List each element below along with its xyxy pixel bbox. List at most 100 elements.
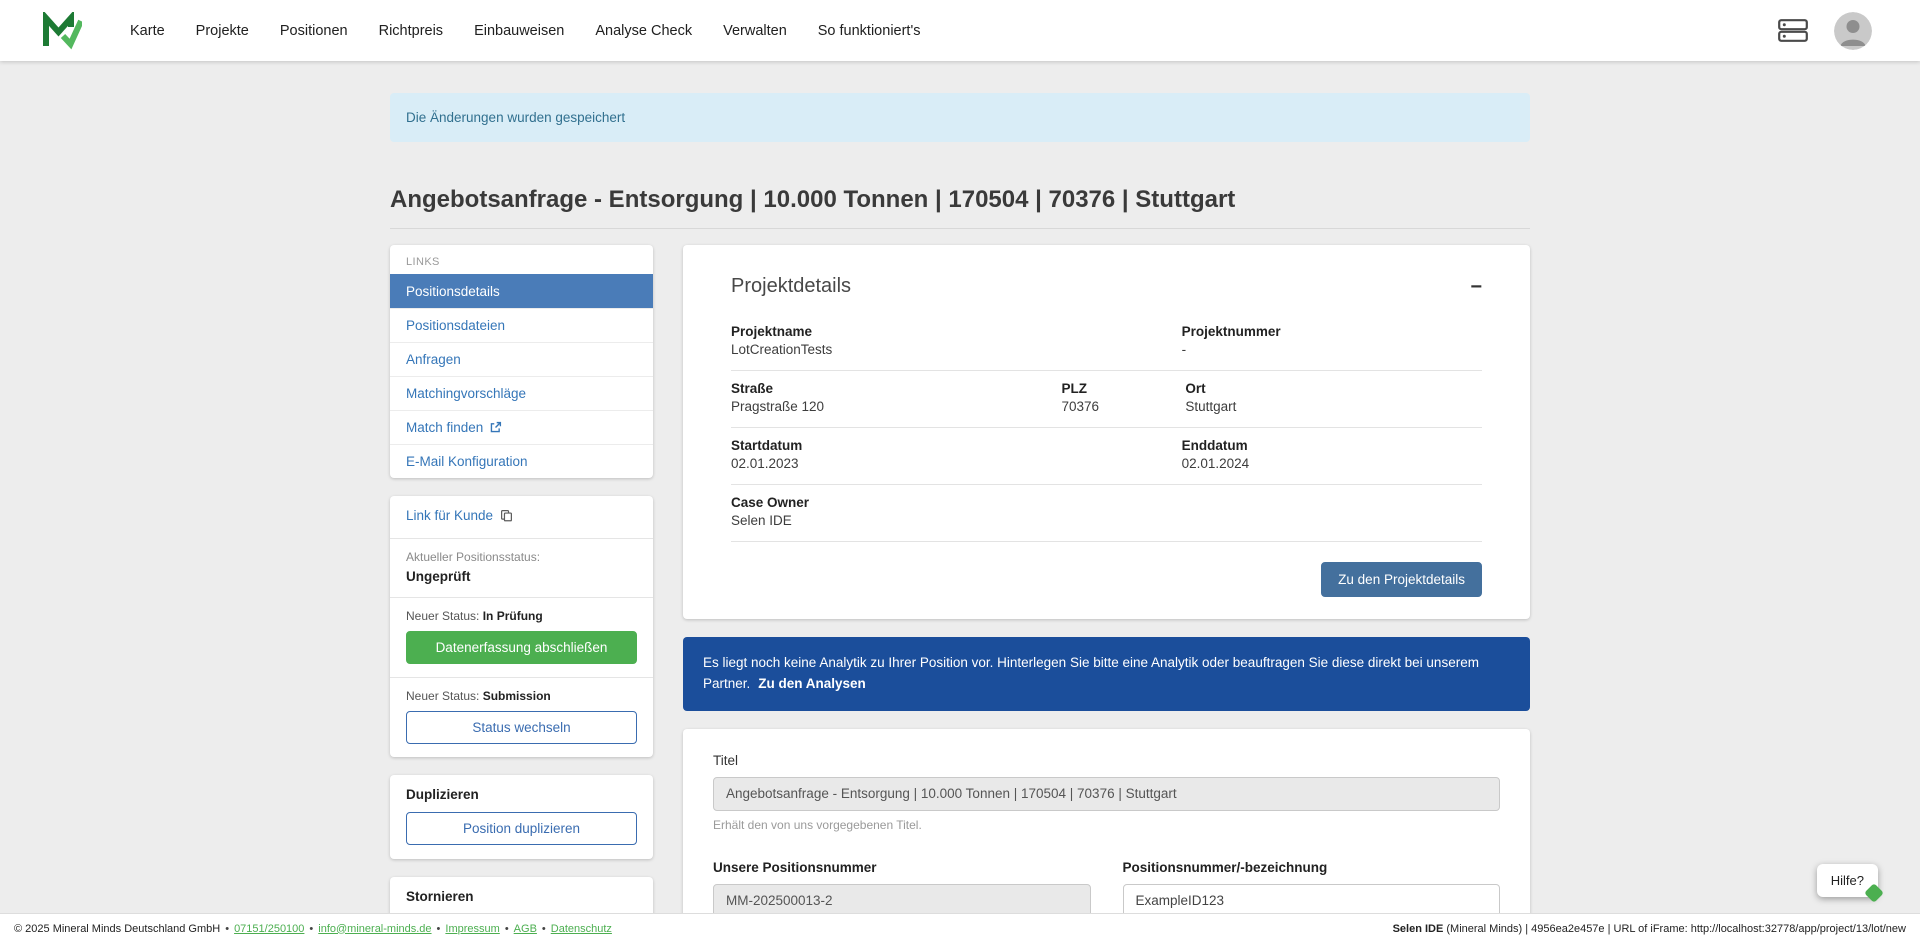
new-status-label: Neuer Status: [406, 609, 479, 623]
current-status-label: Aktueller Positionsstatus: [406, 550, 637, 564]
app-logo[interactable] [40, 12, 82, 50]
field-label: Straße [731, 381, 1061, 396]
session-info: Selen IDE (Mineral Minds) | 4956ea2e457e… [1393, 923, 1906, 935]
field-label: Enddatum [1182, 438, 1482, 453]
project-row: Straße Pragstraße 120 PLZ 70376 Ort Stut… [731, 371, 1482, 428]
user-avatar[interactable] [1834, 12, 1872, 50]
new-status-label: Neuer Status: [406, 689, 479, 703]
title-divider [390, 228, 1530, 229]
main-nav: Karte Projekte Positionen Richtpreis Ein… [130, 23, 920, 39]
new-status-value: In Prüfung [483, 609, 543, 623]
session-user: Selen IDE [1393, 923, 1444, 935]
field-label: Projektnummer [1182, 324, 1482, 339]
server-icon [1778, 19, 1808, 42]
field-value: LotCreationTests [731, 342, 1182, 357]
project-details-card: Projektdetails − Projektname LotCreation… [683, 245, 1530, 619]
new-status-line: Neuer Status: Submission [406, 689, 637, 703]
customer-link-label: Link für Kunde [406, 508, 493, 523]
go-to-project-details-button[interactable]: Zu den Projektdetails [1321, 562, 1482, 597]
new-status-value: Submission [483, 689, 551, 703]
switch-status-button[interactable]: Status wechseln [406, 711, 637, 744]
field-label: Projektname [731, 324, 1182, 339]
session-details: (Mineral Minds) | 4956ea2e457e | URL of … [1443, 923, 1906, 935]
customer-link[interactable]: Link für Kunde [406, 508, 513, 523]
nav-item-so-funktionierts[interactable]: So funktioniert's [818, 23, 921, 39]
nav-item-richtpreis[interactable]: Richtpreis [379, 23, 443, 39]
footer-phone-link[interactable]: 07151/250100 [234, 923, 304, 935]
new-status-line: Neuer Status: In Prüfung [406, 609, 637, 623]
sidebar-item-label: Positionsdateien [406, 318, 505, 333]
field-value: Selen IDE [731, 513, 1482, 528]
help-button[interactable]: Hilfe? [1817, 864, 1878, 897]
page-body: Die Änderungen wurden gespeichert Angebo… [0, 61, 1920, 943]
field-value: 02.01.2024 [1182, 456, 1482, 471]
footer-email-link[interactable]: info@mineral-minds.de [318, 923, 431, 935]
sidebar-item-label: Positionsdetails [406, 284, 500, 299]
sidebar-item-matchingvorschlaege[interactable]: Matchingvorschläge [390, 376, 653, 410]
sidebar-item-match-finden[interactable]: Match finden [390, 410, 653, 444]
sidebar-item-label: E-Mail Konfiguration [406, 454, 528, 469]
field-value: 70376 [1061, 399, 1185, 414]
sidebar-links-card: LINKS Positionsdetails Positionsdateien … [390, 245, 653, 478]
left-sidebar: LINKS Positionsdetails Positionsdateien … [390, 245, 653, 943]
nav-item-positionen[interactable]: Positionen [280, 23, 348, 39]
sidebar-item-anfragen[interactable]: Anfragen [390, 342, 653, 376]
server-icon-button[interactable] [1778, 19, 1808, 42]
footer-agb-link[interactable]: AGB [514, 923, 537, 935]
copyright-text: © 2025 Mineral Minds Deutschland GmbH [14, 923, 220, 935]
analytics-banner: Es liegt noch keine Analytik zu Ihrer Po… [683, 637, 1530, 711]
project-row: Projektname LotCreationTests Projektnumm… [731, 314, 1482, 371]
sidebar-item-positionsdetails[interactable]: Positionsdetails [390, 274, 653, 308]
footer-separator: • [505, 923, 509, 935]
field-label: Ort [1185, 381, 1482, 396]
title-field-label: Titel [713, 753, 1500, 768]
nav-item-projekte[interactable]: Projekte [196, 23, 249, 39]
sidebar-item-email-konfiguration[interactable]: E-Mail Konfiguration [390, 444, 653, 478]
alert-message: Die Änderungen wurden gespeichert [406, 110, 625, 125]
footer-separator: • [437, 923, 441, 935]
cancel-title: Stornieren [406, 889, 637, 904]
nav-item-verwalten[interactable]: Verwalten [723, 23, 787, 39]
top-navbar: Karte Projekte Positionen Richtpreis Ein… [0, 0, 1920, 61]
footer-impressum-link[interactable]: Impressum [445, 923, 499, 935]
nav-item-einbauweisen[interactable]: Einbauweisen [474, 23, 564, 39]
position-number-label: Positionsnummer/-bezeichnung [1123, 860, 1501, 875]
field-value: - [1182, 342, 1482, 357]
complete-data-entry-button[interactable]: Datenerfassung abschließen [406, 631, 637, 664]
footer-separator: • [542, 923, 546, 935]
footer-datenschutz-link[interactable]: Datenschutz [551, 923, 612, 935]
go-to-analyses-link[interactable]: Zu den Analysen [758, 676, 866, 691]
position-form-card: Titel Erhält den von uns vorgegebenen Ti… [683, 729, 1530, 943]
project-details-title: Projektdetails [731, 275, 851, 298]
collapse-icon[interactable]: − [1470, 277, 1482, 297]
page-title: Angebotsanfrage - Entsorgung | 10.000 To… [390, 186, 1530, 214]
title-field-help: Erhält den von uns vorgegebenen Titel. [713, 818, 1500, 832]
copy-icon [500, 509, 513, 522]
nav-item-analyse-check[interactable]: Analyse Check [595, 23, 692, 39]
status-card: Link für Kunde Aktueller Positionsstatus… [390, 496, 653, 757]
field-value: Stuttgart [1185, 399, 1482, 414]
person-icon [1834, 12, 1872, 50]
current-status-value: Ungeprüft [406, 569, 637, 584]
sidebar-item-label: Matchingvorschläge [406, 386, 526, 401]
nav-item-karte[interactable]: Karte [130, 23, 165, 39]
footer: © 2025 Mineral Minds Deutschland GmbH • … [0, 913, 1920, 943]
field-value: 02.01.2023 [731, 456, 1182, 471]
sidebar-item-label: Anfragen [406, 352, 461, 367]
field-label: Case Owner [731, 495, 1482, 510]
navbar-right [1778, 12, 1872, 50]
footer-separator: • [225, 923, 229, 935]
field-label: Startdatum [731, 438, 1182, 453]
field-value: Pragstraße 120 [731, 399, 1061, 414]
field-label: PLZ [1061, 381, 1185, 396]
footer-separator: • [309, 923, 313, 935]
duplicate-position-button[interactable]: Position duplizieren [406, 812, 637, 845]
project-row: Startdatum 02.01.2023 Enddatum 02.01.202… [731, 428, 1482, 485]
logo-icon [40, 12, 82, 50]
duplicate-title: Duplizieren [406, 787, 637, 802]
links-header: LINKS [390, 245, 653, 274]
external-link-icon [489, 421, 502, 434]
sidebar-item-positionsdateien[interactable]: Positionsdateien [390, 308, 653, 342]
title-input [713, 777, 1500, 811]
project-row: Case Owner Selen IDE [731, 485, 1482, 542]
